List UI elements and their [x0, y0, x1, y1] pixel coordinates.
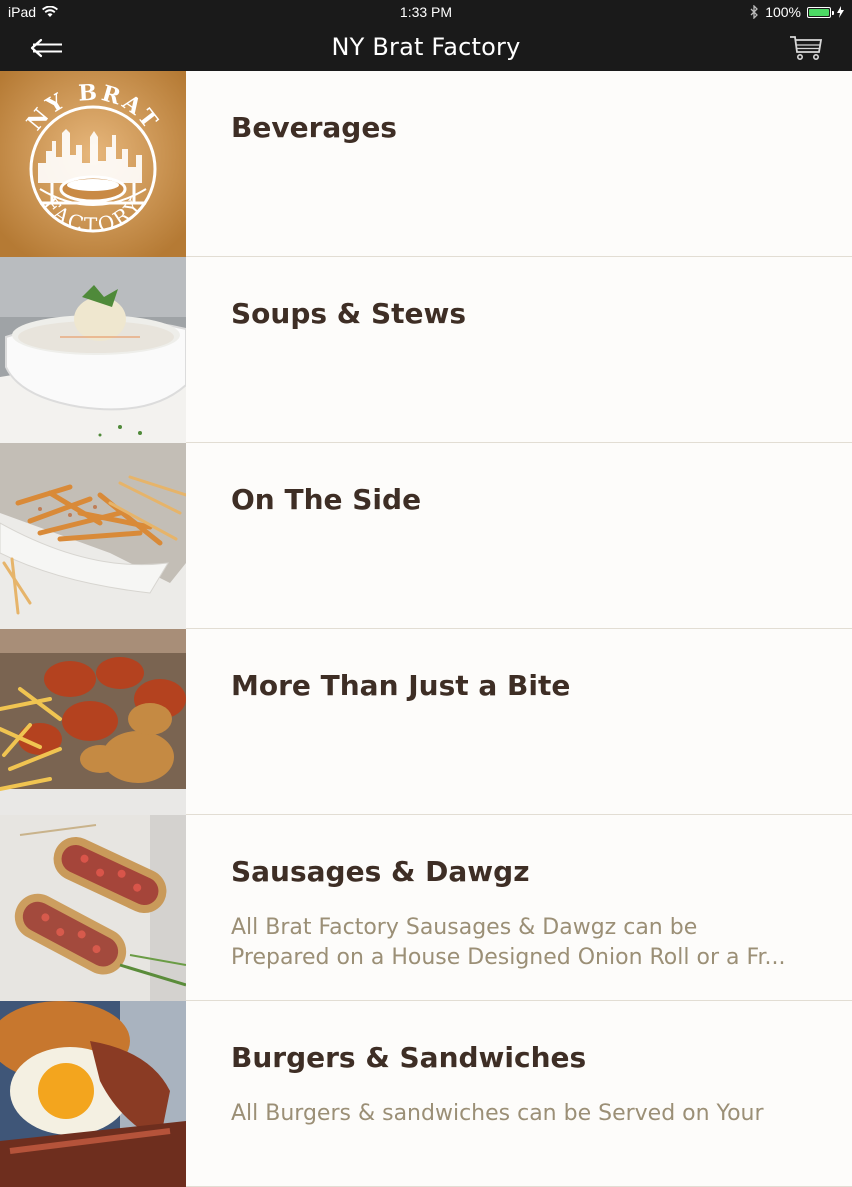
- brand-logo-thumbnail: NY BRAT FACTORY: [0, 71, 186, 257]
- category-title: Burgers & Sandwiches: [231, 1041, 587, 1074]
- sausages-image: [0, 815, 186, 1001]
- bluetooth-icon: [750, 5, 759, 19]
- description-line: All Burgers & sandwiches can be Served o…: [231, 1101, 764, 1126]
- battery-level: [809, 8, 829, 16]
- battery-percent: 100%: [765, 4, 801, 20]
- category-row-beverages[interactable]: NY BRAT FACTORY Beverages: [0, 71, 852, 257]
- category-list: NY BRAT FACTORY Beverages Soups & Stews …: [0, 71, 852, 1187]
- battery-icon: [807, 6, 834, 18]
- category-row-burgers-sandwiches[interactable]: Burgers & Sandwiches All Burgers & sandw…: [0, 1001, 852, 1187]
- cart-button[interactable]: [788, 34, 824, 62]
- status-time: 1:33 PM: [399, 4, 453, 20]
- description-line: All Brat Factory Sausages & Dawgz can be: [231, 915, 698, 940]
- page-title: NY Brat Factory: [331, 33, 521, 61]
- status-right: 100%: [750, 4, 844, 20]
- category-title: Beverages: [231, 111, 397, 144]
- category-title: More Than Just a Bite: [231, 669, 571, 702]
- category-row-sausages-dawgz[interactable]: Sausages & Dawgz All Brat Factory Sausag…: [0, 815, 852, 1001]
- category-row-on-the-side[interactable]: On The Side: [0, 443, 852, 629]
- description-line: Prepared on a House Designed Onion Roll …: [231, 945, 786, 970]
- category-title: On The Side: [231, 483, 422, 516]
- category-title: Sausages & Dawgz: [231, 855, 530, 888]
- category-title: Soups & Stews: [231, 297, 467, 330]
- fries-image: [0, 443, 186, 629]
- cart-icon: [790, 36, 823, 60]
- wings-image: [0, 629, 186, 815]
- category-description: All Burgers & sandwiches can be Served o…: [231, 1099, 821, 1129]
- navigation-bar: NY Brat Factory: [0, 24, 852, 71]
- category-row-more-than-just-a-bite[interactable]: More Than Just a Bite: [0, 629, 852, 815]
- charging-bolt-icon: [837, 6, 844, 18]
- category-description: All Brat Factory Sausages & Dawgz can be…: [231, 913, 821, 973]
- status-bar: iPad 1:33 PM 100%: [0, 0, 852, 24]
- soup-image: [0, 257, 186, 443]
- burger-image: [0, 1001, 186, 1187]
- category-row-soups-stews[interactable]: Soups & Stews: [0, 257, 852, 443]
